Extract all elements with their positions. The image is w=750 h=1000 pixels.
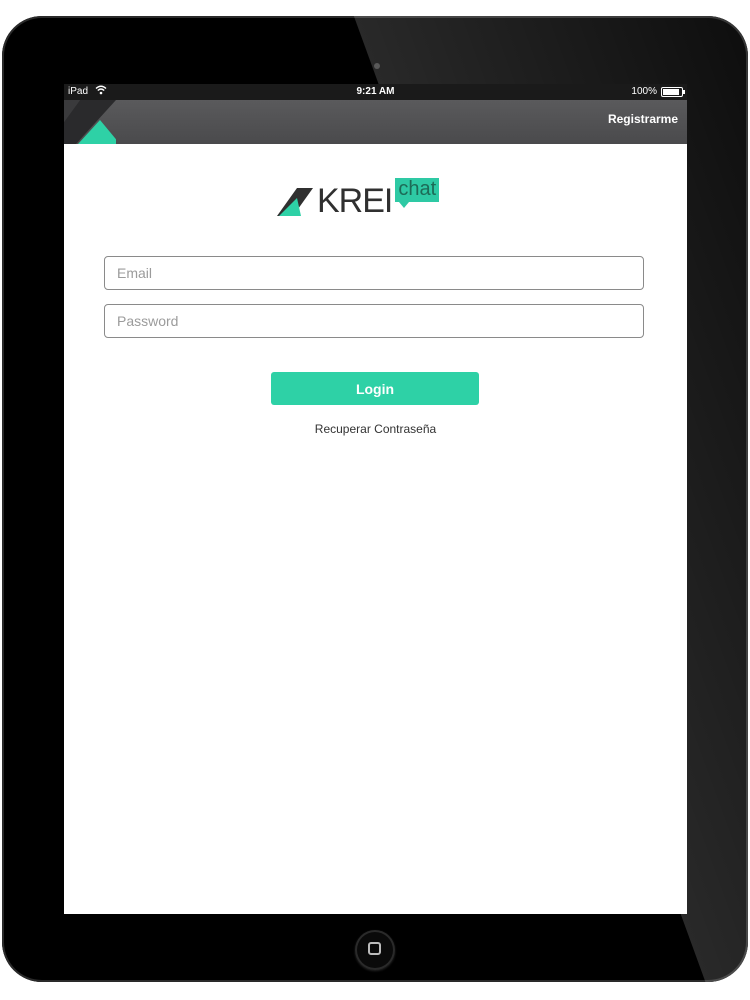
krei-corner-logo-icon [64,100,116,144]
krei-chat-logo: KREI chat [277,178,440,220]
camera-icon [374,63,380,69]
krei-logo-icon [277,188,313,216]
status-bar: iPad 9:21 AM 100% [64,84,687,100]
battery-percentage: 100% [631,86,657,97]
battery-icon [661,87,685,97]
screen: iPad 9:21 AM 100% Registrarme KREI chat … [64,84,687,914]
login-page: KREI chat Login Recuperar Contraseña [64,144,687,914]
password-input[interactable] [104,304,644,338]
home-button[interactable] [355,930,395,970]
recover-password-link[interactable]: Recuperar Contraseña [64,422,687,436]
email-input[interactable] [104,256,644,290]
status-time: 9:21 AM [356,86,395,97]
login-button[interactable]: Login [271,372,479,405]
battery-fill [663,89,679,95]
brand-name: KREI [317,182,393,220]
navigation-bar: Registrarme [64,100,687,144]
status-right: 100% [631,84,685,100]
register-button[interactable]: Registrarme [608,112,678,126]
home-button-icon [368,942,381,955]
brand-chat-bubble: chat [395,178,440,208]
